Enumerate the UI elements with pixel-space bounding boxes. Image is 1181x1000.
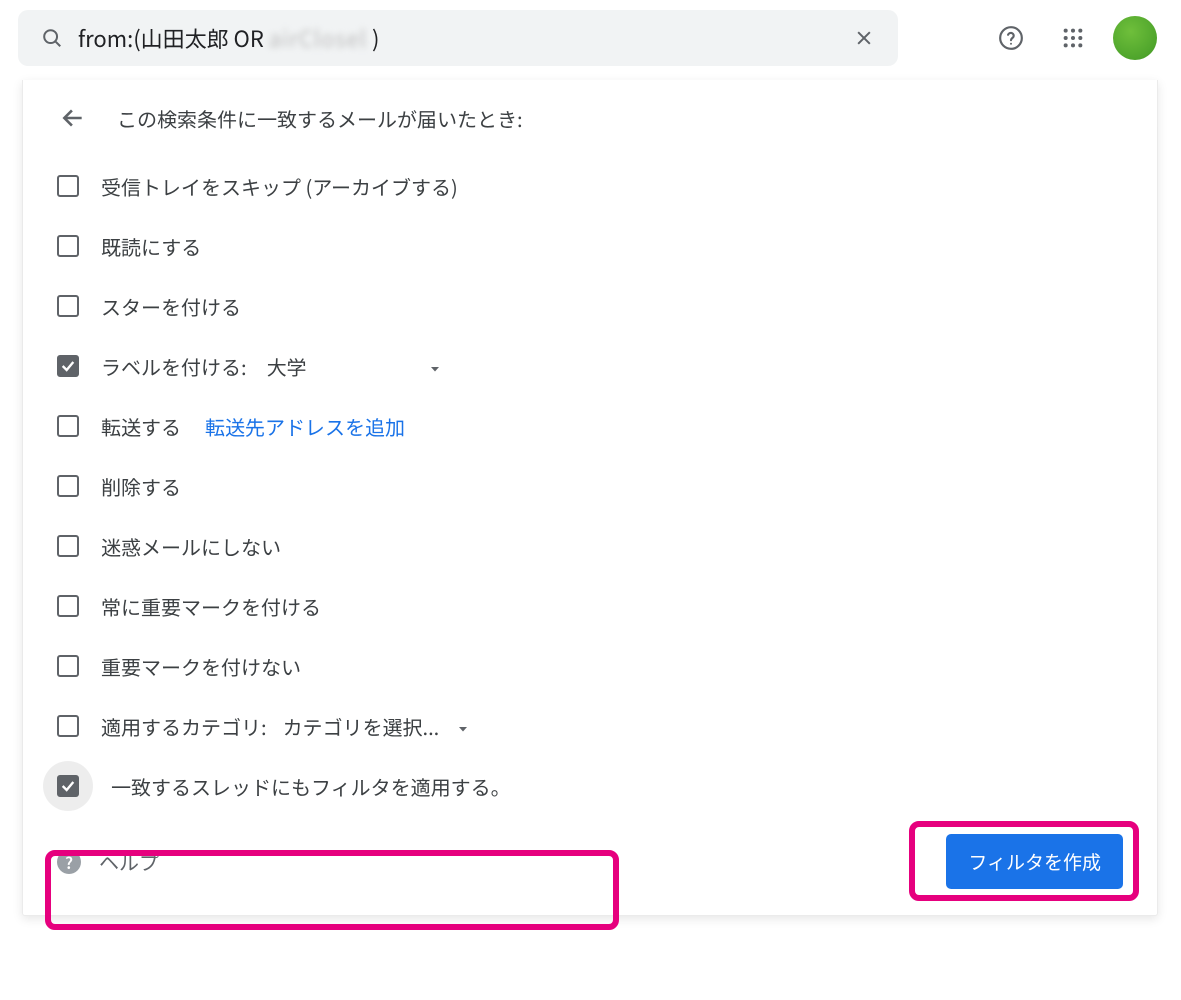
search-icon[interactable]: [32, 18, 72, 58]
forward-text: 転送する: [101, 412, 181, 441]
option-star[interactable]: スターを付ける: [57, 276, 1123, 336]
chevron-down-icon[interactable]: [429, 352, 441, 381]
checkbox-ripple: [43, 761, 93, 811]
create-filter-button[interactable]: フィルタを作成: [946, 834, 1123, 889]
panel-title: この検索条件に一致するメールが届いたとき:: [117, 104, 523, 133]
option-never-important[interactable]: 重要マークを付けない: [57, 636, 1123, 696]
label-apply-label: ラベルを付ける: 大学: [101, 352, 441, 381]
help-text[interactable]: ヘルプ: [99, 847, 159, 876]
search-box[interactable]: from:(山田太郎 OR airClosel ): [18, 10, 898, 66]
label-mark-read: 既読にする: [101, 232, 201, 261]
label-skip-inbox: 受信トレイをスキップ (アーカイブする): [101, 172, 458, 201]
checkbox-always-important[interactable]: [57, 595, 79, 617]
label-delete: 削除する: [101, 472, 181, 501]
label-always-important: 常に重要マークを付ける: [101, 592, 321, 621]
checkbox-star[interactable]: [57, 295, 79, 317]
filter-panel: この検索条件に一致するメールが届いたとき: 受信トレイをスキップ (アーカイブす…: [22, 80, 1158, 916]
checkbox-never-spam[interactable]: [57, 535, 79, 557]
apply-label-value[interactable]: 大学: [267, 352, 307, 381]
top-bar: from:(山田太郎 OR airClosel ): [0, 0, 1181, 68]
checkbox-mark-read[interactable]: [57, 235, 79, 257]
checkbox-never-important[interactable]: [57, 655, 79, 677]
forward-add-link[interactable]: 転送先アドレスを追加: [205, 412, 405, 441]
checkbox-apply-label[interactable]: [57, 355, 79, 377]
checkbox-skip-inbox[interactable]: [57, 175, 79, 197]
panel-footer: ? ヘルプ フィルタを作成: [57, 834, 1123, 889]
top-right-icons: [989, 16, 1163, 60]
option-mark-read[interactable]: 既読にする: [57, 216, 1123, 276]
option-skip-inbox[interactable]: 受信トレイをスキップ (アーカイブする): [57, 156, 1123, 216]
search-text-suffix: ): [367, 22, 379, 54]
checkbox-forward[interactable]: [57, 415, 79, 437]
category-value[interactable]: カテゴリを選択...: [283, 712, 440, 741]
search-text-prefix: from:(山田太郎 OR: [78, 22, 269, 54]
label-never-important: 重要マークを付けない: [101, 652, 301, 681]
search-input[interactable]: from:(山田太郎 OR airClosel ): [72, 22, 844, 54]
option-delete[interactable]: 削除する: [57, 456, 1123, 516]
chevron-down-icon[interactable]: [457, 712, 469, 741]
help-filled-icon[interactable]: ?: [57, 850, 81, 874]
option-category[interactable]: 適用するカテゴリ: カテゴリを選択...: [57, 696, 1123, 756]
option-apply-label[interactable]: ラベルを付ける: 大学: [57, 336, 1123, 396]
label-apply-to-threads: 一致するスレッドにもフィルタを適用する。: [111, 772, 511, 801]
apps-icon[interactable]: [1051, 16, 1095, 60]
category-prefix: 適用するカテゴリ:: [101, 712, 267, 741]
label-never-spam: 迷惑メールにしない: [101, 532, 281, 561]
clear-search-icon[interactable]: [844, 18, 884, 58]
checkbox-apply-to-threads[interactable]: [57, 775, 79, 797]
label-star: スターを付ける: [101, 292, 241, 321]
checkbox-category[interactable]: [57, 715, 79, 737]
option-apply-to-threads[interactable]: 一致するスレッドにもフィルタを適用する。: [57, 756, 1123, 816]
option-never-spam[interactable]: 迷惑メールにしない: [57, 516, 1123, 576]
search-text-blurred: airClosel: [269, 22, 367, 54]
apply-label-prefix: ラベルを付ける:: [101, 352, 247, 381]
option-forward[interactable]: 転送する 転送先アドレスを追加: [57, 396, 1123, 456]
label-category: 適用するカテゴリ: カテゴリを選択...: [101, 712, 469, 741]
panel-header: この検索条件に一致するメールが届いたとき:: [57, 102, 1123, 134]
help-icon[interactable]: [989, 16, 1033, 60]
label-forward: 転送する 転送先アドレスを追加: [101, 412, 405, 441]
back-icon[interactable]: [57, 102, 89, 134]
avatar[interactable]: [1113, 16, 1157, 60]
checkbox-delete[interactable]: [57, 475, 79, 497]
option-always-important[interactable]: 常に重要マークを付ける: [57, 576, 1123, 636]
